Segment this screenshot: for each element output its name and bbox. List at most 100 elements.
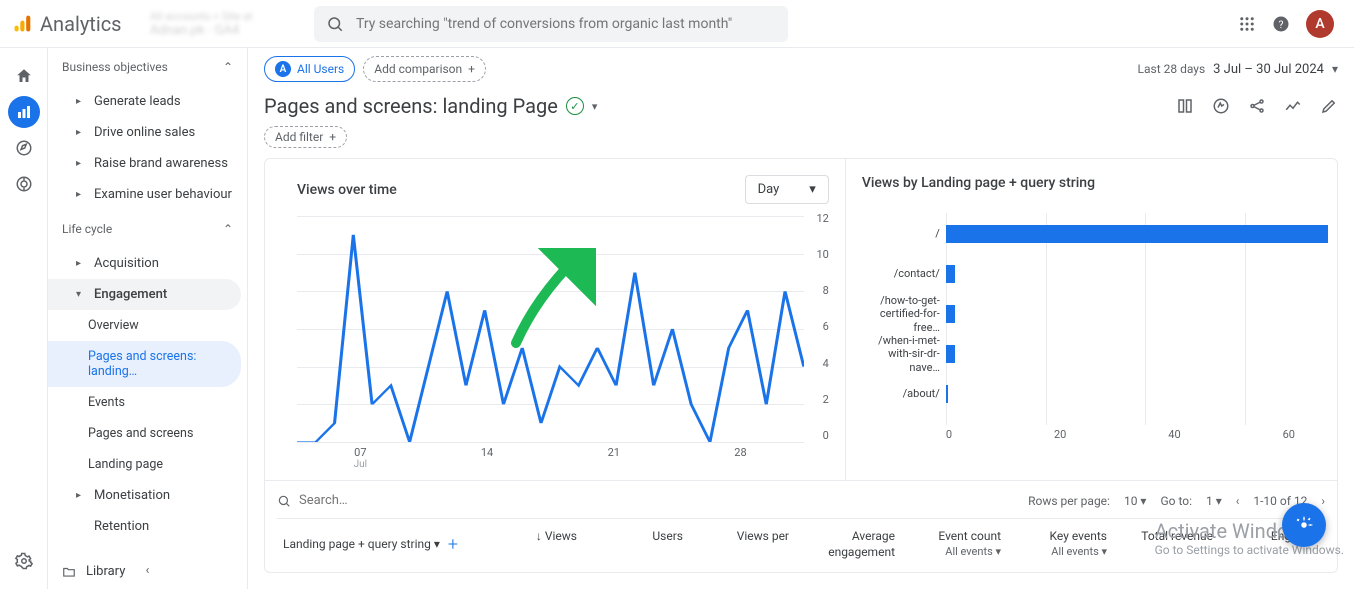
date-range-picker[interactable]: Last 28 days 3 Jul – 30 Jul 2024 ▾: [1138, 62, 1338, 77]
header: Analytics All accounts > Site at Adnan.p…: [0, 0, 1354, 48]
bar-row[interactable]: /when-i-met-with-sir-dr-nave…: [862, 339, 1305, 369]
column-header[interactable]: Users: [583, 525, 689, 564]
apps-icon[interactable]: [1238, 15, 1256, 33]
chevron-down-icon: ▾: [809, 182, 816, 197]
bar-label: /when-i-met-with-sir-dr-nave…: [862, 334, 940, 374]
segment-label: All Users: [297, 62, 344, 76]
card-title: Views over time: [297, 182, 397, 198]
chevron-right-icon: ▸: [76, 158, 86, 169]
views-by-landing-card: Views by Landing page + query string / /c…: [846, 159, 1321, 480]
line-chart: 121086420 07Jul142128: [297, 212, 829, 472]
bar-row[interactable]: /: [862, 219, 1305, 249]
sidebar-item-engagement[interactable]: ▾Engagement: [48, 279, 241, 310]
chevron-down-icon: ▾: [76, 289, 86, 300]
header-actions: ? A: [1238, 10, 1334, 38]
sidebar-item-generate-leads[interactable]: ▸Generate leads: [48, 86, 247, 117]
add-comparison-label: Add comparison: [374, 62, 462, 76]
sidebar-item-examine-user-behaviour[interactable]: ▸ Examine user behaviour: [48, 179, 247, 210]
help-icon[interactable]: ?: [1272, 15, 1290, 33]
report-title: Pages and screens: landing Page ✓ ▾: [264, 94, 597, 118]
add-filter-button[interactable]: Add filter +: [264, 126, 347, 148]
sidebar-item-label: Drive online sales: [94, 125, 195, 140]
sidebar-group-business[interactable]: Business objectives ⌃: [48, 48, 247, 86]
trend-icon[interactable]: [1284, 97, 1302, 115]
sidebar-group-label: Business objectives: [62, 60, 168, 74]
column-header[interactable]: Total revenue: [1113, 525, 1219, 564]
sidebar-item-label: Examine user behaviour: [94, 187, 232, 202]
sidebar-group-lifecycle[interactable]: Life cycle ⌃: [48, 210, 247, 248]
rail-advertising-icon[interactable]: [8, 168, 40, 200]
table-search[interactable]: [277, 493, 465, 508]
edit-icon[interactable]: [1320, 97, 1338, 115]
sidebar-item-overview[interactable]: Overview: [48, 310, 247, 341]
column-header[interactable]: Views per: [689, 525, 795, 564]
chart-cards: Views over time Day ▾ 121086420 07Jul142…: [264, 158, 1338, 481]
sidebar-item-label: Generate leads: [94, 94, 181, 109]
sidebar-item-drive-online-sales[interactable]: ▸ Drive online sales: [48, 117, 247, 148]
card-title: Views by Landing page + query string: [862, 175, 1095, 191]
rows-per-page-label: Rows per page:: [1028, 494, 1110, 508]
comparison-toolbar: A All Users Add comparison + Last 28 day…: [248, 48, 1354, 86]
sidebar-item-retention[interactable]: Retention: [48, 511, 247, 542]
column-header[interactable]: ↓ Views: [477, 525, 583, 564]
compare-icon[interactable]: [1176, 97, 1194, 115]
bar-label: /: [862, 227, 940, 240]
add-dimension-button[interactable]: +: [448, 533, 458, 556]
page-next-button[interactable]: ›: [1321, 494, 1325, 508]
page-prev-button[interactable]: ‹: [1236, 494, 1240, 508]
sidebar-item-label: Acquisition: [94, 256, 159, 271]
sidebar-item-label: Overview: [88, 318, 139, 333]
sort-desc-icon: ↓: [536, 529, 542, 543]
bar-row[interactable]: /how-to-get-certified-for-free…: [862, 299, 1305, 329]
segment-all-users[interactable]: A All Users: [264, 56, 355, 82]
add-filter-label: Add filter: [275, 130, 323, 144]
chevron-down-icon[interactable]: ▾: [592, 100, 598, 113]
plus-icon: +: [329, 130, 336, 144]
bar-row[interactable]: /contact/: [862, 259, 1305, 289]
account-property: Adnan.pk - GA4: [150, 23, 300, 38]
bar-label: /about/: [862, 387, 940, 400]
bar-row[interactable]: /about/: [862, 379, 1305, 409]
table-header-row: Landing page + query string ▾ + ↓ ViewsUse…: [277, 518, 1325, 564]
sidebar-item-label: Pages and screens: landing…: [88, 349, 227, 379]
column-header[interactable]: Event countAll events ▾: [901, 525, 1007, 564]
rail-reports-icon[interactable]: [8, 96, 40, 128]
bar-chart-xaxis: 0204060: [946, 428, 1295, 441]
sparkle-gear-icon: [1293, 514, 1315, 536]
sidebar-item-pages-screens[interactable]: Pages and screens: [48, 418, 247, 449]
column-header[interactable]: Key eventsAll events ▾: [1007, 525, 1113, 564]
add-comparison-button[interactable]: Add comparison +: [363, 56, 486, 82]
goto-select[interactable]: 1 ▾: [1206, 494, 1222, 508]
search-input[interactable]: [356, 16, 776, 32]
rows-per-page-select[interactable]: 10 ▾: [1124, 494, 1147, 508]
sidebar-item-acquisition[interactable]: ▸Acquisition: [48, 248, 247, 279]
rail-home-icon[interactable]: [8, 60, 40, 92]
granularity-selector[interactable]: Day ▾: [745, 175, 829, 204]
sidebar-item-raise-brand-awareness[interactable]: ▸Raise brand awareness: [48, 148, 247, 179]
chevron-up-icon: ⌃: [223, 60, 233, 74]
rail-admin-icon[interactable]: [8, 545, 40, 577]
column-header[interactable]: Average engagement: [795, 525, 901, 564]
share-icon[interactable]: [1248, 97, 1266, 115]
status-check-icon[interactable]: ✓: [566, 97, 584, 115]
customise-report-fab[interactable]: [1282, 503, 1326, 547]
sidebar-item-landing-page[interactable]: Landing page: [48, 449, 247, 480]
insights-icon[interactable]: [1212, 97, 1230, 115]
bar-fill: [946, 225, 1329, 243]
analytics-logo-icon: [12, 14, 32, 34]
user-avatar[interactable]: A: [1306, 10, 1334, 38]
search-bar[interactable]: [314, 6, 788, 42]
date-range-value: 3 Jul – 30 Jul 2024: [1213, 62, 1324, 77]
chevron-right-icon: ▸: [76, 189, 86, 200]
chevron-right-icon: ▸: [76, 127, 86, 138]
account-selector[interactable]: All accounts > Site at Adnan.pk - GA4: [150, 10, 300, 38]
sidebar-item-pages-screens-landing[interactable]: Pages and screens: landing…: [48, 341, 241, 387]
bar-label: /how-to-get-certified-for-free…: [862, 294, 940, 334]
table-search-input[interactable]: [299, 493, 465, 508]
dimension-selector[interactable]: Landing page + query string ▾: [283, 537, 440, 553]
rail-explore-icon[interactable]: [8, 132, 40, 164]
sidebar-item-events[interactable]: Events: [48, 387, 247, 418]
sidebar-item-monetisation[interactable]: ▸Monetisation: [48, 480, 247, 511]
plus-icon: +: [468, 62, 475, 76]
sidebar-collapse-button[interactable]: ‹: [48, 555, 247, 585]
